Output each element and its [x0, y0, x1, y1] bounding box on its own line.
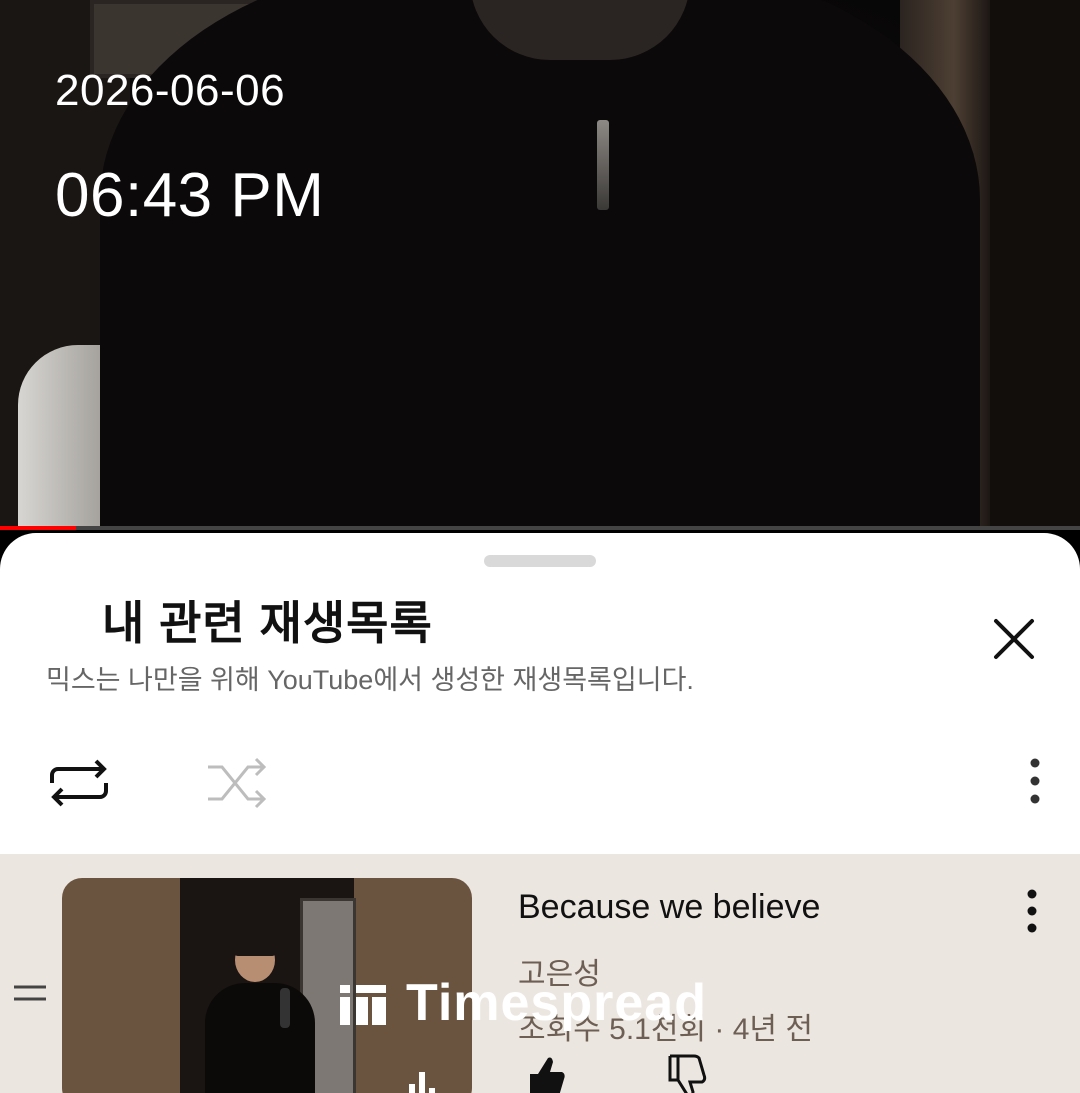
more-vert-icon [1030, 758, 1040, 804]
thumbnail-image [180, 878, 356, 1093]
video-progress-bar[interactable] [0, 526, 1080, 530]
drag-handle-icon [14, 985, 46, 1001]
overlay-time: 06:43 PM [55, 161, 325, 230]
shuffle-button[interactable] [202, 753, 272, 813]
drag-handle[interactable] [10, 979, 50, 1009]
thumbs-up-icon [530, 1057, 565, 1093]
sheet-subtitle: 믹스는 나만을 위해 YouTube에서 생성한 재생목록입니다. [46, 665, 694, 695]
thumbs-down-icon [668, 1054, 707, 1093]
more-vert-icon [1027, 889, 1037, 933]
now-playing-icon [409, 1072, 435, 1093]
close-icon [994, 619, 1034, 659]
sheet-drag-handle[interactable] [484, 555, 596, 567]
timespread-logo-icon [340, 985, 386, 1025]
like-button[interactable] [520, 1052, 570, 1093]
watermark-text: Timespread [406, 974, 707, 1032]
close-button[interactable] [984, 609, 1044, 669]
sheet-title: 내 관련 재생목록 [102, 597, 433, 649]
thumbnail-microphone [280, 988, 290, 1028]
song-title[interactable]: Because we believe [518, 888, 820, 927]
thumbnail-person-body [205, 983, 315, 1093]
dislike-button[interactable] [660, 1052, 710, 1093]
shuffle-icon [208, 757, 267, 809]
repeat-icon [50, 759, 108, 807]
sheet-more-button[interactable] [1010, 753, 1060, 813]
overlay-date: 2026-06-06 [55, 66, 286, 115]
thumbnail-person-hair [233, 934, 277, 956]
video-door-edge [990, 0, 1080, 530]
row-more-button[interactable] [1010, 888, 1054, 938]
repeat-button[interactable] [44, 753, 114, 813]
video-zipper [597, 120, 609, 210]
video-progress-fill [0, 526, 76, 530]
timespread-watermark: Timespread [340, 973, 707, 1033]
